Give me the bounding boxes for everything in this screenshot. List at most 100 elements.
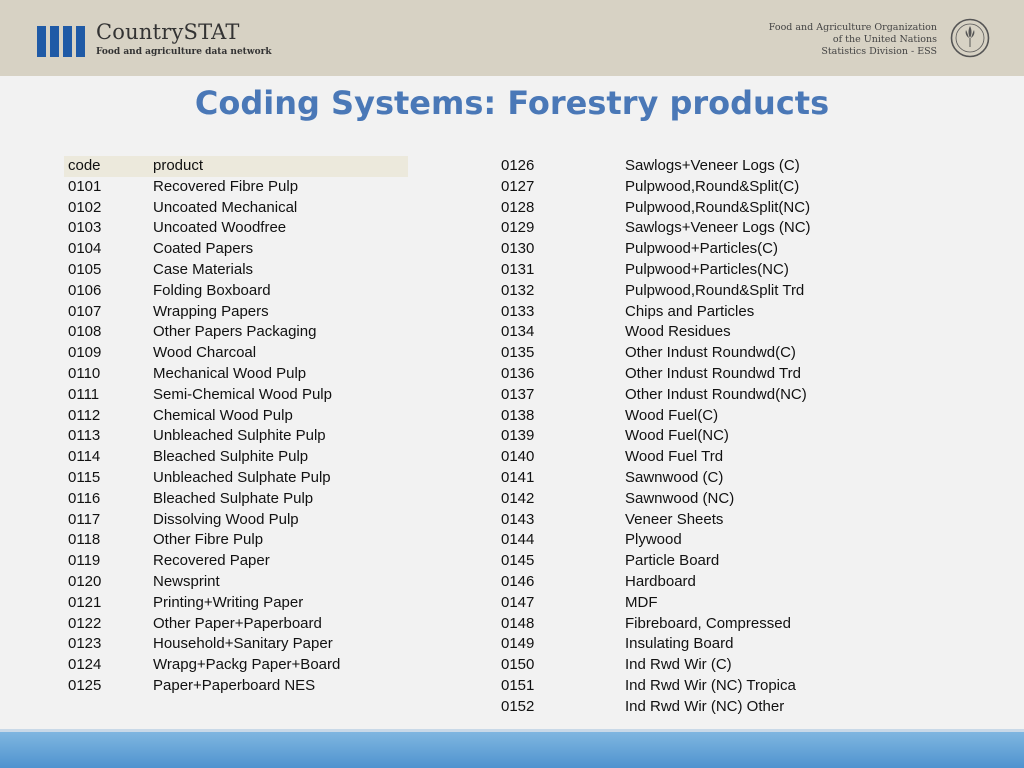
product-code: 0151 [501,676,535,694]
table-row: 0119 Recovered Paper [64,551,408,572]
product-name: Wood Charcoal [153,344,257,362]
product-name: Semi-Chemical Wood Pulp [153,385,332,403]
product-name: Mechanical Wood Pulp [153,364,307,382]
table-row: 0148 Fibreboard, Compressed [497,614,837,635]
product-code: 0111 [68,385,100,403]
product-code: 0126 [501,157,535,174]
product-name: Insulating Board [625,635,734,653]
product-code: 0118 [68,531,101,549]
product-name: Other Papers Packaging [153,323,317,341]
table-row: 0108 Other Papers Packaging [64,322,408,343]
product-name: Unbleached Sulphite Pulp [153,427,326,445]
org-line-3: Statistics Division - ESS [821,46,937,57]
product-name: Ind Rwd Wir (C) [625,656,732,674]
table-row: 0135 Other Indust Roundwd(C) [497,343,837,364]
product-code: 0113 [68,427,101,445]
table-row: 0104 Coated Papers [64,239,408,260]
product-code: 0131 [501,260,535,278]
product-code: 0129 [501,219,535,237]
table-row: 0151 Ind Rwd Wir (NC) Tropica [497,676,837,697]
product-name: Pulpwood+Particles(C) [625,240,778,258]
product-name: Chemical Wood Pulp [153,406,293,424]
product-code: 0119 [68,552,101,570]
brand-tagline: Food and agriculture data network [96,47,272,57]
product-name: Plywood [625,531,682,549]
table-row: 0117 Dissolving Wood Pulp [64,510,408,531]
product-code: 0141 [501,468,535,486]
product-name: Other Indust Roundwd(C) [625,344,796,362]
product-name: Bleached Sulphate Pulp [153,489,314,507]
table-row: 0139 Wood Fuel(NC) [497,426,837,447]
product-code: 0140 [501,448,535,466]
product-name: Dissolving Wood Pulp [153,510,299,528]
table-row: 0124 Wrapg+Packg Paper+Board [64,655,408,676]
product-name: Wrapping Papers [153,302,269,320]
product-name: Hardboard [625,572,696,590]
product-code: 0101 [68,177,102,195]
product-name: Chips and Particles [625,302,755,320]
table-row: 0126 Sawlogs+Veneer Logs (C) [497,156,837,177]
header-banner: CountrySTAT Food and agriculture data ne… [0,0,1024,76]
product-name: Pulpwood,Round&Split(NC) [625,198,811,216]
product-name: Ind Rwd Wir (NC) Tropica [625,676,796,694]
product-code: 0150 [501,656,535,674]
product-name: Case Materials [153,260,254,278]
product-name: Pulpwood,Round&Split Trd [625,281,805,299]
product-name: Paper+Paperboard NES [153,676,316,694]
product-code: 0149 [501,635,535,653]
product-code: 0134 [501,323,535,341]
product-name: Wrapg+Packg Paper+Board [153,656,341,674]
table-row: 0120 Newsprint [64,572,408,593]
product-name: Wood Fuel(C) [625,406,719,424]
product-code: 0139 [501,427,535,445]
product-code: 0107 [68,302,102,320]
product-code: 0115 [68,468,101,486]
product-code: 0123 [68,635,102,653]
product-code: 0137 [501,385,535,403]
table-row: 0129 Sawlogs+Veneer Logs (NC) [497,218,837,239]
product-name: Printing+Writing Paper [153,593,304,611]
table-row: 0145 Particle Board [497,551,837,572]
product-name: Sawlogs+Veneer Logs (NC) [625,219,811,237]
footer-bar [0,732,1024,768]
product-code: 0117 [68,510,101,528]
table-row: 0142 Sawnwood (NC) [497,489,837,510]
table-row: 0116 Bleached Sulphate Pulp [64,489,408,510]
table-row: 0149 Insulating Board [497,634,837,655]
page-title: Coding Systems: Forestry products [194,84,830,122]
product-name: Other Fibre Pulp [153,531,264,549]
product-name: Pulpwood,Round&Split(C) [625,177,800,195]
table-row: 0128 Pulpwood,Round&Split(NC) [497,198,837,219]
product-code: 0148 [501,614,535,632]
product-code: 0106 [68,281,102,299]
product-code: 0109 [68,344,102,362]
product-name: Household+Sanitary Paper [153,635,333,653]
table-row: 0127 Pulpwood,Round&Split(C) [497,177,837,198]
left-code-table: code product 0101 Recovered Fibre Pulp 010… [64,156,408,697]
product-code: 0138 [501,406,535,424]
table-row: 0123 Household+Sanitary Paper [64,634,408,655]
product-code: 0145 [501,552,535,570]
product-code: 0104 [68,240,102,258]
table-row: 0134 Wood Residues [497,322,837,343]
table-row: 0118 Other Fibre Pulp [64,530,408,551]
product-name: Bleached Sulphite Pulp [153,448,309,466]
table-row: 0105 Case Materials [64,260,408,281]
table-row: 0152 Ind Rwd Wir (NC) Other [497,697,837,718]
product-name: Folding Boxboard [153,281,271,299]
product-code: 0127 [501,177,535,195]
table-row: 0136 Other Indust Roundwd Trd [497,364,837,385]
product-code: 0122 [68,614,102,632]
product-name: Wood Fuel Trd [625,448,724,466]
table-row: 0146 Hardboard [497,572,837,593]
product-name: Uncoated Mechanical [153,198,298,216]
product-code: 0146 [501,572,535,590]
product-name: Sawnwood (NC) [625,489,735,507]
product-code: 0112 [68,406,101,424]
fao-logo-icon [950,18,990,58]
product-code: 0108 [68,323,102,341]
table-row: 0103 Uncoated Woodfree [64,218,408,239]
product-code: 0120 [68,572,102,590]
product-name: Newsprint [153,572,220,590]
product-header: product [153,157,204,174]
